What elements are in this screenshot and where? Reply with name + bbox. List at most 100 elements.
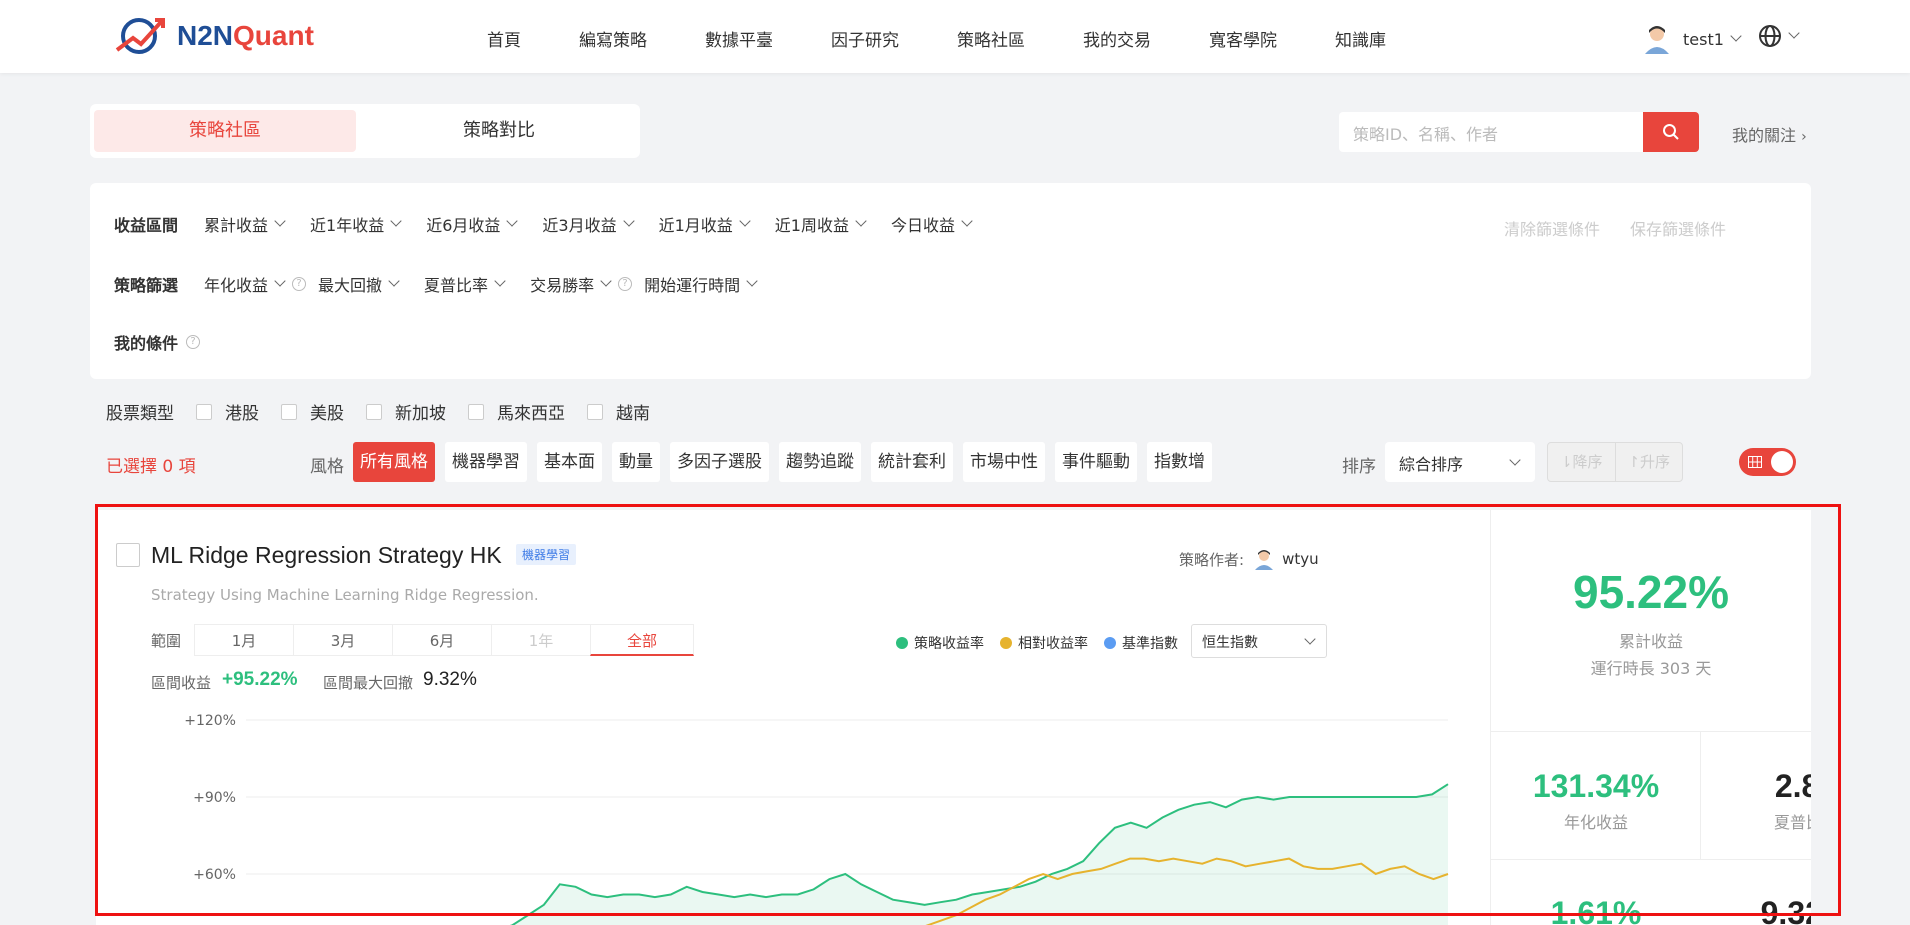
filter-option-label: 最大回撤 [318,276,383,295]
logo-icon [115,18,165,54]
nav-factor-research[interactable]: 因子研究 [831,26,899,51]
clear-filters-button[interactable]: 清除篩選條件 [1504,216,1600,240]
style-pill[interactable]: 動量 [612,442,660,482]
range-3m-button[interactable]: 3月 [293,624,392,656]
filter-1w-return[interactable]: 近1周收益 [775,212,867,236]
stock-type-option[interactable]: 美股 [310,399,344,424]
stock-type-option[interactable]: 馬來西亞 [497,399,565,424]
filter-3m-return[interactable]: 近3月收益 [542,212,635,236]
nav-data-platform[interactable]: 數據平臺 [705,26,773,51]
help-icon[interactable]: ? [292,277,307,291]
stock-type-option[interactable]: 港股 [225,399,259,424]
selected-prefix: 已選擇 [106,457,157,477]
filter-start-time[interactable]: 開始運行時間 [644,272,758,296]
stock-type-row: 股票類型 港股 美股 新加坡 馬來西亞 越南 [106,399,650,424]
returns-chart[interactable]: +120% +90% +60% [136,700,1466,925]
nav-strategy-community[interactable]: 策略社區 [957,26,1025,51]
cum-return-label: 累計收益 [1618,632,1683,651]
style-pill[interactable]: 基本面 [537,442,602,482]
brand-logo[interactable]: N2N Quant [115,16,314,56]
filter-today-return[interactable]: 今日收益 [891,212,973,236]
sharpe-label: 夏普比率 [1773,813,1811,832]
filter-max-drawdown[interactable]: 最大回撤 [318,272,400,296]
range-all-button[interactable]: 全部 [590,624,694,656]
search-input[interactable]: 策略ID、名稱、作者 [1339,112,1643,152]
my-conditions-label: 我的條件 [114,334,179,353]
interval-return-label: 區間收益 [151,674,212,692]
sort-asc-button[interactable]: ↾升序 [1616,443,1683,481]
nav-home[interactable]: 首頁 [487,26,521,51]
style-pill[interactable]: 事件驅動 [1055,442,1137,482]
filter-cumulative-return[interactable]: 累計收益 [204,212,286,236]
legend-benchmark[interactable]: 基準指數 [1122,633,1178,653]
checkbox-my[interactable] [468,403,484,420]
nav-quant-academy[interactable]: 寬客學院 [1209,26,1277,51]
nav-knowledge-base[interactable]: 知識庫 [1335,26,1386,51]
range-1y-button[interactable]: 1年 [491,624,590,656]
grid-icon [1748,456,1762,468]
style-pill[interactable]: 統計套利 [871,442,953,482]
author-name[interactable]: wtyu [1282,550,1319,568]
sort-order-buttons: ⇂降序 ↾升序 [1547,442,1683,482]
style-pill[interactable]: 趨勢追蹤 [779,442,861,482]
benchmark-select[interactable]: 恒生指數 [1191,624,1327,658]
filter-win-rate[interactable]: 交易勝率 [530,272,612,296]
filter-1m-return[interactable]: 近1月收益 [658,212,751,236]
tab-strategy-community[interactable]: 策略社區 [94,110,356,152]
tab-strategy-compare[interactable]: 策略對比 [362,110,636,152]
style-pill[interactable]: 多因子選股 [670,442,769,482]
user-name: test1 [1683,29,1724,49]
legend-dot-relative [1000,637,1012,649]
filter-annual-return[interactable]: 年化收益 [204,272,286,296]
checkbox-vn[interactable] [587,403,603,420]
chevron-down-icon [1788,27,1800,39]
strategy-card[interactable]: ML Ridge Regression Strategy HK 機器學習 Str… [96,510,1811,925]
sort-value: 綜合排序 [1399,455,1464,474]
help-icon[interactable]: ? [618,277,633,291]
strategy-select-checkbox[interactable] [116,543,140,567]
my-follows-link[interactable]: 我的關注 › [1732,122,1807,146]
style-pill-all[interactable]: 所有風格 [353,442,435,482]
filter-1y-return[interactable]: 近1年收益 [310,212,402,236]
filter-6m-return[interactable]: 近6月收益 [426,212,519,236]
checkbox-us[interactable] [281,403,297,420]
range-selector: 1月 3月 6月 1年 全部 [194,624,694,656]
checkbox-sg[interactable] [366,403,382,420]
chevron-down-icon [622,215,635,227]
sort-desc-button[interactable]: ⇂降序 [1548,443,1616,481]
stock-type-option[interactable]: 新加坡 [395,399,446,424]
runtime-text: 運行時長 303 天 [1590,659,1712,678]
filter-option-label: 年化收益 [204,276,269,295]
brand-name: N2N [177,20,234,51]
filter-sharpe-ratio[interactable]: 夏普比率 [424,272,506,296]
legend-relative[interactable]: 相對收益率 [1018,633,1088,653]
toggle-knob [1771,451,1793,473]
nav-my-trading[interactable]: 我的交易 [1083,26,1151,51]
chevron-down-icon [274,275,286,287]
series-area-strategy [512,784,1448,925]
help-icon[interactable]: ? [186,335,201,349]
legend-strategy[interactable]: 策略收益率 [914,633,984,653]
strategy-description: Strategy Using Machine Learning Ridge Re… [151,586,539,604]
search-button[interactable] [1643,112,1699,152]
author-label: 策略作者: [1179,550,1245,569]
style-pill[interactable]: 市場中性 [963,442,1045,482]
nav-write-strategy[interactable]: 編寫策略 [579,26,647,51]
stock-type-option[interactable]: 越南 [616,399,650,424]
style-pill[interactable]: 指數增 [1147,442,1212,482]
filter-option-label: 近1月收益 [658,216,733,235]
range-6m-button[interactable]: 6月 [392,624,491,656]
sort-desc-icon: ⇂ [1559,453,1573,471]
view-toggle[interactable] [1739,448,1796,476]
interval-drawdown-value: 9.32% [423,669,477,690]
range-1m-button[interactable]: 1月 [194,624,293,656]
strategy-title[interactable]: ML Ridge Regression Strategy HK [151,542,502,569]
checkbox-hk[interactable] [196,403,212,420]
style-pill[interactable]: 機器學習 [445,442,527,482]
sort-select[interactable]: 綜合排序 [1385,442,1535,482]
user-menu[interactable]: test1 [1643,24,1742,54]
save-filters-button[interactable]: 保存篩選條件 [1630,216,1726,240]
style-pills: 所有風格 機器學習 基本面 動量 多因子選股 趨勢追蹤 統計套利 市場中性 事件… [353,442,1228,482]
language-menu[interactable] [1758,24,1800,48]
brand-name-quant: Quant [233,20,314,51]
